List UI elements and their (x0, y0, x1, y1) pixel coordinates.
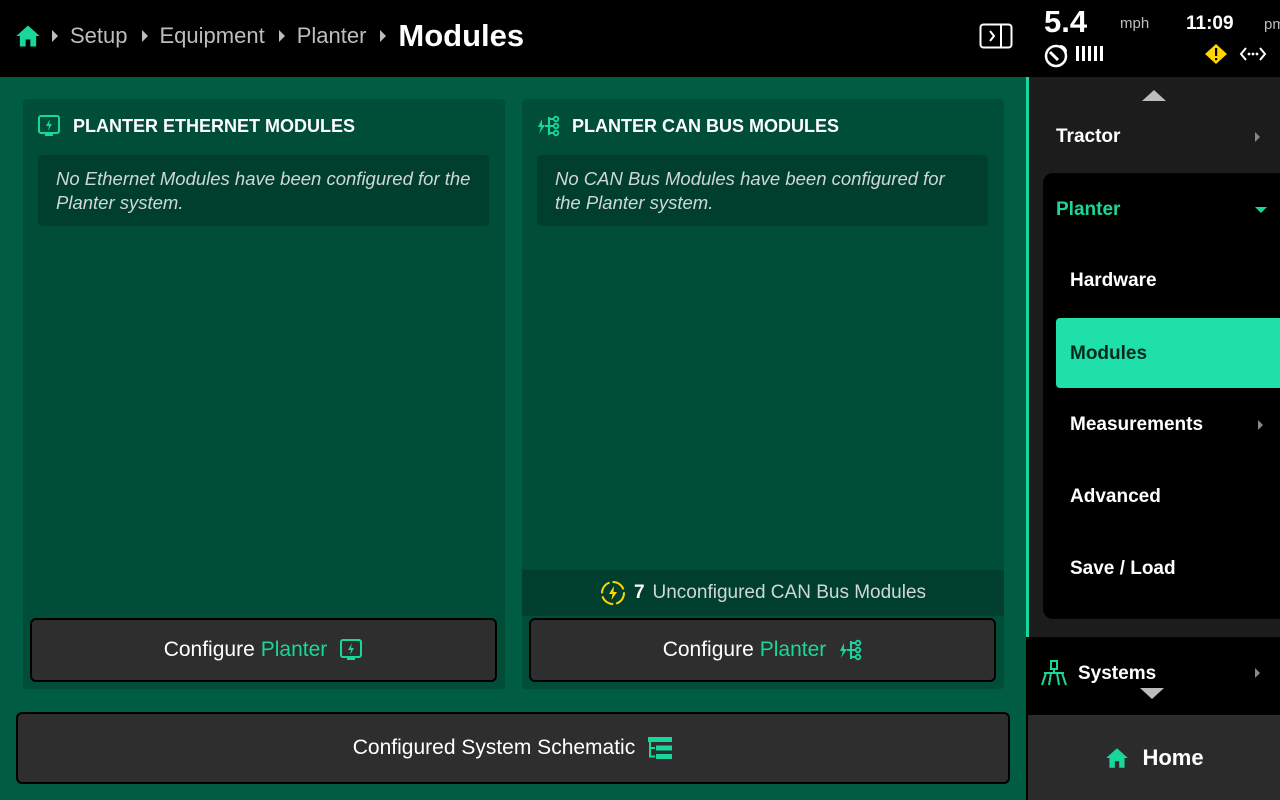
app-root: Setup Equipment Planter Modules 5.4 mph … (0, 0, 1280, 800)
nav-item-planter[interactable]: Planter (1056, 199, 1120, 221)
chevron-down-icon (1255, 207, 1267, 213)
unconfigured-module-icon (600, 581, 625, 605)
satellite-icon (1044, 44, 1068, 68)
chevron-right-icon (1258, 420, 1263, 430)
nav-item-modules[interactable]: Modules (1056, 318, 1280, 388)
breadcrumb-setup[interactable]: Setup (70, 23, 128, 49)
button-label: Configure (163, 638, 255, 661)
nav-item-label: Modules (1070, 343, 1148, 364)
canbus-modules-card: PLANTER CAN BUS MODULES No CAN Bus Modul… (522, 99, 1004, 689)
ethernet-module-icon (38, 115, 60, 136)
side-nav: Tractor Planter Hardware Modules Measure… (1026, 77, 1280, 637)
nav-item-advanced[interactable]: Advanced (1070, 486, 1161, 508)
warning-icon[interactable] (1204, 43, 1228, 65)
sprayer-icon (1041, 660, 1067, 686)
chevron-right-icon (1255, 668, 1260, 678)
configure-canbus-button[interactable]: Configure Planter (529, 618, 996, 682)
breadcrumb-planter[interactable]: Planter (297, 23, 367, 49)
status-area: 5.4 mph 11:09 pm (1026, 0, 1280, 77)
ethernet-card-header: PLANTER ETHERNET MODULES (37, 114, 355, 138)
canbus-card-header: PLANTER CAN BUS MODULES (536, 114, 839, 138)
main-content: PLANTER ETHERNET MODULES No Ethernet Mod… (0, 77, 1026, 800)
speed-unit: mph (1120, 15, 1150, 32)
scroll-up-icon[interactable] (1142, 90, 1166, 101)
nav-item-tractor[interactable]: Tractor (1056, 126, 1120, 148)
unconfigured-label: Unconfigured CAN Bus Modules (652, 582, 927, 603)
top-bar: Setup Equipment Planter Modules (0, 0, 1026, 77)
panel-toggle-icon[interactable] (979, 23, 1013, 49)
can-bus-icon (538, 115, 560, 137)
home-label: Home (1142, 744, 1204, 770)
signal-bars (1076, 46, 1103, 61)
chevron-right-icon (380, 30, 387, 42)
breadcrumb-equipment[interactable]: Equipment (160, 23, 265, 49)
nav-item-systems[interactable]: Systems (1026, 637, 1280, 713)
nav-group-planter: Planter Hardware Modules Measurements Ad… (1043, 173, 1280, 619)
schematic-label: Configured System Schematic (352, 736, 636, 759)
ethernet-modules-card: PLANTER ETHERNET MODULES No Ethernet Mod… (23, 99, 505, 689)
canbus-card-title: PLANTER CAN BUS MODULES (572, 115, 840, 136)
clock-time: 11:09 (1186, 13, 1234, 34)
systems-label: Systems (1078, 663, 1157, 684)
nav-item-hardware[interactable]: Hardware (1070, 270, 1157, 292)
ethernet-empty-message: No Ethernet Modules have been configured… (38, 155, 489, 226)
canbus-empty-message: No CAN Bus Modules have been configured … (537, 155, 988, 226)
unconfigured-modules-bar[interactable]: 7 Unconfigured CAN Bus Modules (522, 570, 1004, 616)
home-button[interactable]: Home (1026, 713, 1280, 800)
button-accent: Planter (759, 638, 827, 661)
schematic-icon (648, 737, 673, 759)
unconfigured-count: 7 (633, 582, 645, 603)
configure-ethernet-button[interactable]: Configure Planter (30, 618, 497, 682)
chevron-right-icon (278, 30, 285, 42)
speed-value: 5.4 (1044, 4, 1088, 39)
nav-item-measurements[interactable]: Measurements (1070, 414, 1203, 436)
chevron-right-icon (52, 30, 58, 42)
page-title: Modules (398, 18, 525, 53)
connection-icon (1239, 47, 1267, 61)
chevron-right-icon (141, 30, 148, 42)
button-label: Configure (662, 638, 754, 661)
scroll-down-icon[interactable] (1140, 688, 1164, 699)
button-accent: Planter (260, 638, 328, 661)
ethernet-card-title: PLANTER ETHERNET MODULES (73, 115, 356, 136)
can-bus-icon (840, 639, 862, 661)
breadcrumb: Setup Equipment Planter Modules (52, 0, 524, 72)
home-icon[interactable] (14, 22, 42, 50)
clock-ampm: pm (1264, 16, 1280, 33)
nav-item-save-load[interactable]: Save / Load (1070, 558, 1176, 580)
ethernet-module-icon (340, 639, 363, 660)
system-schematic-button[interactable]: Configured System Schematic (16, 712, 1010, 784)
home-icon (1106, 747, 1129, 768)
chevron-right-icon (1255, 132, 1260, 142)
